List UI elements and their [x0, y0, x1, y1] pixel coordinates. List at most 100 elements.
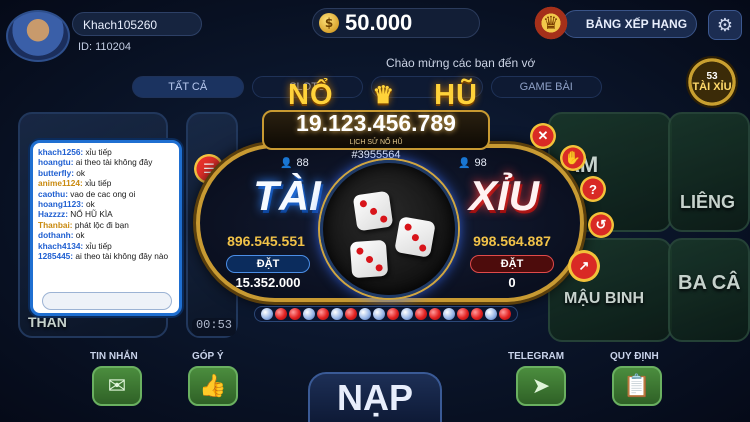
chat-username: dothanh:	[38, 230, 74, 241]
history-dot-xiu	[471, 308, 483, 320]
die-pip	[418, 243, 427, 252]
tai-bet-label: ĐẶT	[256, 258, 280, 270]
chat-username: hoangtu:	[38, 157, 74, 168]
close-button[interactable]: ✕	[530, 123, 556, 149]
balance-display[interactable]: $ 50.000	[312, 8, 480, 38]
history-dot-tai	[331, 308, 343, 320]
close-icon: ✕	[537, 128, 549, 143]
history-dot-xiu	[289, 308, 301, 320]
topup-button[interactable]: NẠP	[308, 372, 442, 422]
chat-input[interactable]	[42, 292, 172, 310]
jackpot-pot-icon: ♛	[372, 81, 396, 109]
chat-text: xỉu tiếp	[83, 240, 112, 251]
chat-message: anime1124: xỉu tiếp	[38, 178, 174, 188]
xiu-players: 98	[474, 157, 487, 169]
chat-message: hoangtu: ai theo tài không đây	[38, 157, 174, 167]
chat-panel: khach1256: xỉu tiếp hoangtu: ai theo tài …	[30, 140, 182, 316]
game-card-ba-cay[interactable]: BA CÂ	[668, 238, 750, 342]
messages-button[interactable]: ✉	[92, 366, 142, 406]
help-icon: ?	[589, 181, 597, 197]
chat-username: Thanbai:	[38, 219, 73, 230]
thumbs-up-icon: 👍	[199, 373, 227, 399]
history-dot-xiu	[345, 308, 357, 320]
rules-label: QUY ĐỊNH	[610, 351, 659, 362]
dice-bowl	[320, 160, 458, 298]
die-pip	[365, 255, 373, 263]
chat-message: Hazzzz: NỔ HŨ KÌA	[38, 209, 174, 219]
envelope-icon: ✉	[107, 373, 127, 399]
chat-username: butterfly:	[38, 167, 74, 178]
xiu-label[interactable]: XỈU	[454, 172, 554, 220]
tai-my-bet: 15.352.000	[235, 275, 301, 290]
tai-bet-button[interactable]: ĐẶT	[226, 255, 310, 273]
chat-text: ai theo tài không đây	[73, 157, 153, 168]
chart-icon: ↗	[578, 258, 590, 273]
result-history[interactable]	[254, 306, 518, 322]
telegram-label: TELEGRAM	[508, 351, 565, 362]
tab-card-games[interactable]: GAME BÀI	[490, 76, 602, 98]
chat-text: xỉu tiếp	[83, 147, 112, 157]
rules-button[interactable]: 📋	[612, 366, 662, 406]
xiu-bet-button[interactable]: ĐẶT	[470, 255, 554, 273]
user-icon: 👤	[280, 157, 293, 169]
tai-xiu-label: TÀI XỈU	[692, 81, 732, 93]
chat-message: caothu: vao de cac ong oi	[38, 189, 174, 199]
history-dot-tai	[303, 308, 315, 320]
messages-label: TIN NHẮN	[90, 351, 138, 362]
hand-button[interactable]: ✋	[560, 145, 586, 171]
history-dot-tai	[373, 308, 385, 320]
xiu-my-bet: 0	[508, 275, 516, 290]
paper-plane-icon: ➤	[531, 373, 551, 399]
jackpot-title-right: HŨ	[434, 78, 478, 111]
game-card-lieng[interactable]: LIÊNG	[668, 112, 750, 232]
xiu-bet-label: ĐẶT	[500, 258, 524, 270]
history-dot-xiu	[457, 308, 469, 320]
chat-message: khach1256: xỉu tiếp	[38, 147, 174, 157]
chat-text: xỉu tiếp	[82, 178, 112, 189]
chat-text: ok	[73, 167, 86, 178]
ranking-label: BẢNG XẾP HẠNG	[585, 17, 688, 31]
die-pip	[369, 207, 377, 215]
tai-xiu-badge[interactable]: 53 TÀI XỈU	[686, 56, 738, 108]
tai-players: 88	[296, 157, 309, 169]
chat-username: khach1256:	[38, 147, 84, 157]
feedback-label: GÓP Ý	[192, 351, 224, 362]
die-pip	[355, 246, 364, 255]
history-icon: ↺	[595, 217, 607, 232]
history-dot-tai	[443, 308, 455, 320]
history-dot-xiu	[499, 308, 511, 320]
chat-username: anime1124:	[38, 178, 83, 189]
avatar[interactable]	[6, 10, 70, 62]
user-id: ID: 110204	[78, 41, 132, 53]
help-button[interactable]: ?	[580, 176, 606, 202]
xiu-player-count: 👤 98	[458, 157, 487, 169]
die-pip	[410, 232, 420, 242]
chat-username: 1285445:	[38, 251, 74, 262]
history-dot-tai	[485, 308, 497, 320]
chat-message: Thanbai: phát lộc đi bạn	[38, 220, 174, 230]
chat-message: dothanh: ok	[38, 230, 174, 240]
die-pip	[403, 222, 412, 231]
hand-icon: ✋	[564, 150, 582, 165]
history-dot-tai	[359, 308, 371, 320]
ranking-button[interactable]: BẢNG XẾP HẠNG	[562, 10, 697, 38]
chat-username: caothu:	[38, 188, 68, 199]
tai-total-bet: 896.545.551	[227, 233, 305, 249]
xiu-total-bet: 998.564.887	[473, 233, 551, 249]
feedback-button[interactable]: 👍	[188, 366, 238, 406]
chat-text: vao de cac ong oi	[67, 188, 136, 199]
tab-all[interactable]: TẤT CẢ	[132, 76, 244, 98]
history-dot-xiu	[429, 308, 441, 320]
gear-icon: ⚙	[716, 14, 734, 36]
history-dot-xiu	[415, 308, 427, 320]
jackpot-history-link[interactable]: LỊCH SỬ NỔ HŨ	[262, 139, 490, 146]
settings-button[interactable]: ⚙	[708, 10, 742, 40]
game-card-label: MẬU BINH	[564, 290, 644, 307]
trophy-icon: ♛	[532, 4, 570, 42]
user-icon: 👤	[458, 157, 471, 169]
statistics-button[interactable]: ↗	[568, 250, 600, 282]
chat-message: butterfly: ok	[38, 168, 174, 178]
history-button[interactable]: ↺	[588, 212, 614, 238]
telegram-button[interactable]: ➤	[516, 366, 566, 406]
die-pip	[358, 199, 367, 208]
